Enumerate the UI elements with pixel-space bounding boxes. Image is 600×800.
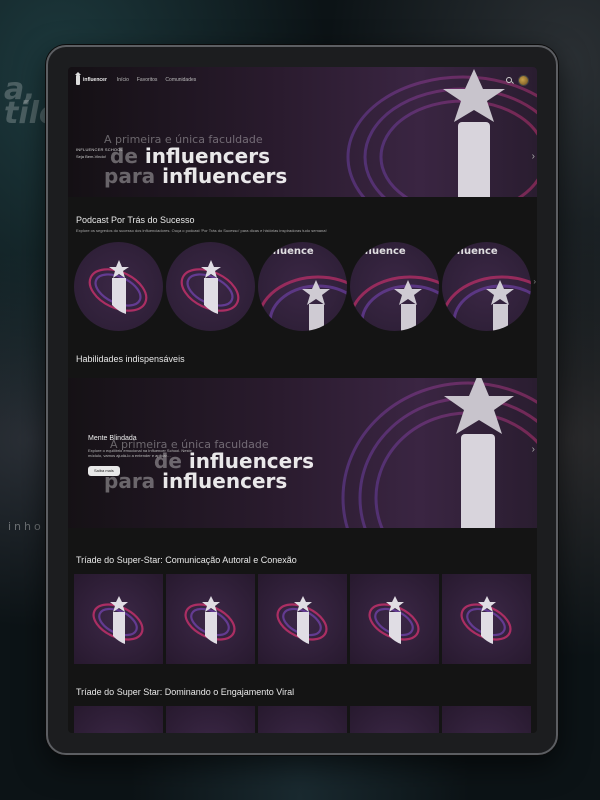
thumbnail-text: influence — [446, 246, 498, 257]
podcast-episode[interactable]: influence — [350, 242, 439, 331]
triade1-carousel — [74, 574, 531, 664]
mente-blindada-banner[interactable]: A primeira e única faculdade de influenc… — [68, 378, 537, 528]
nav-link-comunidades[interactable]: Comunidades — [165, 77, 196, 83]
brand-prefix: para — [104, 164, 163, 188]
hero-tag: INFLUENCER SCHOOL — [76, 147, 123, 152]
nav-link-inicio[interactable]: Início — [117, 77, 129, 83]
course-tile[interactable] — [166, 706, 255, 733]
nav-link-favoritos[interactable]: Favoritos — [137, 77, 158, 83]
influencer-logo-icon — [180, 260, 240, 314]
influencer-logo-icon — [368, 596, 420, 644]
influencer-brand-thumbnail: influence — [442, 246, 531, 331]
course-tile[interactable] — [442, 706, 531, 733]
podcast-episode[interactable] — [166, 242, 255, 331]
thumbnail-text: influence — [262, 246, 314, 257]
influencer-logo-icon — [276, 596, 328, 644]
triade2-carousel — [74, 706, 531, 733]
app-screen: A primeira e única faculdade de influenc… — [68, 67, 537, 733]
carousel-next-icon[interactable]: › — [533, 277, 536, 286]
podcast-carousel: influence influence influence — [74, 242, 531, 331]
influencer-logo-icon — [88, 260, 148, 314]
course-tile[interactable] — [74, 574, 163, 664]
avatar[interactable] — [518, 74, 529, 86]
background-text: inho — [8, 520, 44, 533]
influencer-logo-icon — [460, 596, 512, 644]
top-nav: influencer Início Favoritos Comunidades — [68, 67, 537, 93]
podcast-episode[interactable] — [74, 242, 163, 331]
influencer-logo-icon — [92, 596, 144, 644]
banner-brand: A primeira e única faculdade de influenc… — [104, 438, 314, 491]
course-tile[interactable] — [258, 706, 347, 733]
course-tile[interactable] — [350, 706, 439, 733]
section-title-podcast: Podcast Por Trás do Sucesso — [76, 215, 195, 225]
brand-bold: influencers — [162, 164, 288, 188]
influencer-brand-thumbnail: influence — [350, 246, 439, 331]
hero-welcome: Seja Bem-Vindo! — [76, 154, 106, 159]
course-tile[interactable] — [350, 574, 439, 664]
logo-icon — [76, 75, 80, 85]
logo[interactable]: influencer — [76, 75, 107, 85]
section-title-triade1: Tríade do Super-Star: Comunicação Autora… — [76, 555, 297, 565]
logo-text: influencer — [83, 76, 107, 83]
banner-description: Explore o equilíbrio emocional na Influe… — [88, 448, 192, 458]
brand-bold: influencers — [162, 469, 288, 493]
banner-title: Mente Blindada — [88, 435, 137, 442]
course-tile[interactable] — [166, 574, 255, 664]
chevron-right-icon[interactable]: › — [532, 444, 535, 455]
podcast-episode[interactable]: influence — [258, 242, 347, 331]
course-tile[interactable] — [258, 574, 347, 664]
section-title-triade2: Tríade do Super Star: Dominando o Engaja… — [76, 687, 295, 697]
course-tile[interactable] — [74, 706, 163, 733]
influencer-logo-icon — [184, 596, 236, 644]
saiba-mais-button[interactable]: Saiba mais — [88, 466, 120, 476]
course-tile[interactable] — [442, 574, 531, 664]
hero-brand: A primeira e única faculdade de influenc… — [104, 133, 287, 186]
section-title-skills: Habilidades indispensáveis — [76, 354, 185, 364]
search-icon[interactable] — [506, 77, 512, 83]
chevron-right-icon[interactable]: › — [532, 151, 535, 162]
section-description: Explore os segredos do sucesso dos influ… — [76, 228, 327, 233]
podcast-episode[interactable]: influence — [442, 242, 531, 331]
thumbnail-text: influence — [354, 246, 406, 257]
influencer-brand-thumbnail: influence — [258, 246, 347, 331]
